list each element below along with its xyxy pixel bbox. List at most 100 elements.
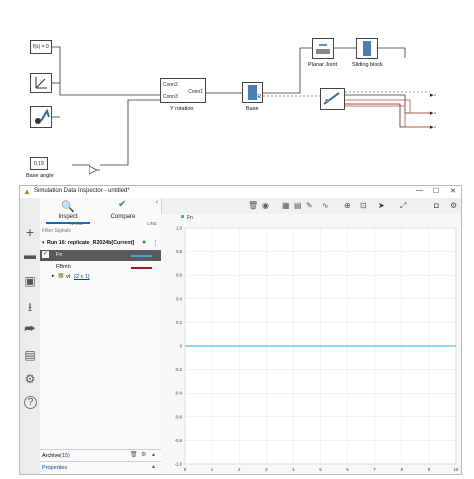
- output-port-icon[interactable]: ▸◦: [430, 91, 436, 99]
- settings-icon[interactable]: ⚙: [450, 201, 457, 210]
- expand-run-icon[interactable]: ▾: [42, 240, 45, 246]
- x-tick-label: 5: [319, 467, 322, 472]
- properties-label: Properties: [42, 465, 68, 471]
- y-tick-label: -0.2: [175, 367, 183, 372]
- signal-name: FBmn: [56, 264, 71, 270]
- signal-line-swatch: [131, 267, 152, 269]
- base-block[interactable]: R: [242, 82, 263, 103]
- x-tick-label: 7: [374, 467, 377, 472]
- y-rotation-label: Y rotation: [170, 106, 194, 112]
- trash-icon[interactable]: 🗑: [248, 201, 258, 210]
- x-tick-label: 6: [346, 467, 349, 472]
- archive-settings-icon[interactable]: ⚙: [141, 451, 146, 458]
- y-tick-label: -0.8: [175, 438, 183, 443]
- sdi-window: ▲ Simulation Data Inspector - untitled* …: [19, 185, 462, 475]
- constant-block[interactable]: 0.19: [30, 157, 48, 170]
- archive-collapse-icon[interactable]: ▴: [152, 451, 155, 458]
- time-plot[interactable]: -1.0 -0.8 -0.6 -0.4 -0.2 0 0.2 0.4 0.6 0.8 1.0 0 1 2…: [161, 214, 462, 474]
- transform-sensor-block[interactable]: [320, 88, 345, 110]
- plot-toolbar: 🗑 ◉ ▦ ▤ ✎ ∿ ⊕ ⊡ ➤ ⤢ ◘ ⚙: [160, 198, 461, 214]
- x-tick-label: 10: [454, 467, 459, 472]
- solver-configuration-block[interactable]: f(x) = 0: [30, 40, 52, 54]
- base-block-label: Base: [246, 106, 259, 112]
- axes-icon: [35, 77, 47, 89]
- archive-label: Archive: [42, 453, 61, 459]
- minimize-icon[interactable]: —: [416, 187, 423, 194]
- new-session-icon[interactable]: +: [23, 224, 37, 240]
- expand-icon[interactable]: ⤢: [400, 201, 406, 211]
- open-folder-icon[interactable]: ▬: [23, 248, 37, 262]
- constant-block-label: Base angle: [26, 173, 54, 179]
- signal-row[interactable]: ✓ Fn: [40, 250, 161, 261]
- simulink-canvas: f(x) = 0 0.19 Base angle Conn2 Conn3 Con…: [0, 0, 474, 183]
- y-tick-label: -1.0: [175, 462, 183, 467]
- legend-swatch: [181, 215, 184, 218]
- plot-area[interactable]: -1.0 -0.8 -0.6 -0.4 -0.2 0 0.2 0.4 0.6 0.8 1.0 0 1 2…: [161, 214, 461, 474]
- signal-line-swatch: [131, 255, 152, 257]
- world-frame-block[interactable]: [30, 73, 52, 93]
- expand-group-icon[interactable]: ▸: [52, 273, 55, 279]
- tab-inspect[interactable]: Inspect: [43, 214, 93, 220]
- solid-body-icon: [363, 41, 371, 56]
- output-port-icon[interactable]: ▸◦: [430, 109, 436, 117]
- help-icon[interactable]: ?: [24, 396, 37, 409]
- more-options-icon[interactable]: ⋮: [152, 239, 159, 247]
- window-title: Simulation Data Inspector - untitled*: [34, 188, 130, 194]
- camera-icon[interactable]: ◘: [434, 201, 439, 210]
- matlab-logo-icon: ▲: [23, 187, 31, 196]
- signal-checkbox[interactable]: ✓: [42, 251, 49, 258]
- y-rotation-block[interactable]: Conn2 Conn3 Conn1: [160, 78, 206, 103]
- y-tick-label: 0.6: [176, 273, 182, 278]
- output-port-icon[interactable]: ▸◦: [430, 123, 436, 131]
- run-row[interactable]: ▾ Run 16: replicate_R2024b[Current] ● ⋮: [40, 239, 161, 249]
- signal-row[interactable]: FBmn: [40, 261, 161, 272]
- preferences-icon[interactable]: ⚙: [23, 372, 37, 386]
- filter-signals-input[interactable]: [42, 226, 157, 235]
- converter-icon: [88, 165, 100, 175]
- pointer-icon[interactable]: ➤: [378, 201, 385, 210]
- archive-trash-icon[interactable]: 🗑: [130, 451, 138, 458]
- properties-collapse-icon[interactable]: ▴: [152, 463, 155, 470]
- visualization-icon[interactable]: ▤: [294, 201, 302, 210]
- ps-converter-block[interactable]: [88, 161, 100, 175]
- group-row[interactable]: ▸ ▦ vt (2 x 1): [40, 272, 161, 282]
- close-icon[interactable]: ✕: [450, 187, 456, 195]
- group-name: vt: [66, 274, 71, 280]
- x-tick-label: 3: [265, 467, 268, 472]
- cursor-icon[interactable]: ∿: [322, 201, 329, 210]
- active-tab-underline: [46, 222, 90, 224]
- record-icon[interactable]: ◉: [262, 201, 269, 210]
- inspect-icon: 🔍: [61, 201, 75, 213]
- report-icon[interactable]: ▤: [23, 348, 37, 362]
- signal-name: Fn: [56, 252, 63, 258]
- y-tick-label: 0: [180, 344, 183, 349]
- connection-lines: [52, 46, 430, 166]
- legend-label: Fn: [187, 215, 193, 221]
- x-tick-label: 0: [184, 467, 187, 472]
- tab-compare[interactable]: Compare: [98, 214, 148, 220]
- left-action-bar: + ▬ ▣ ⭳ ⮫ ▤ ⚙ ?: [20, 198, 41, 474]
- layout-icon[interactable]: ▦: [282, 201, 290, 210]
- mechanism-configuration-block[interactable]: [30, 106, 52, 128]
- clear-icon[interactable]: ✎: [306, 201, 313, 210]
- x-tick-label: 2: [238, 467, 241, 472]
- maximize-icon[interactable]: ☐: [433, 187, 439, 195]
- run-status-icon: ●: [142, 239, 147, 246]
- archive-bar[interactable]: Archive (15) 🗑 ⚙ ▴: [40, 449, 161, 461]
- y-tick-label: 0.8: [176, 249, 182, 254]
- planar-joint-label: Planar Joint: [308, 62, 338, 68]
- share-icon[interactable]: ⮫: [23, 322, 37, 337]
- planar-joint-block[interactable]: [312, 38, 334, 59]
- collapse-panel-icon[interactable]: ‹: [156, 199, 158, 206]
- y-tick-label: -0.6: [175, 414, 183, 419]
- properties-bar[interactable]: Properties ▴: [40, 461, 161, 473]
- x-tick-label: 8: [401, 467, 404, 472]
- import-icon[interactable]: ⭳: [23, 298, 37, 319]
- y-tick-label: -0.4: [175, 391, 183, 396]
- signals-panel: 🔍 Inspect ✔ Compare ‹ NAME LINE ▾ Run 16…: [40, 198, 162, 474]
- zoom-icon[interactable]: ⊕: [344, 201, 351, 210]
- sliding-block-block[interactable]: [356, 38, 378, 59]
- fit-icon[interactable]: ⊡: [360, 201, 367, 210]
- group-dims-link[interactable]: (2 x 1): [74, 274, 90, 280]
- save-icon[interactable]: ▣: [23, 274, 37, 288]
